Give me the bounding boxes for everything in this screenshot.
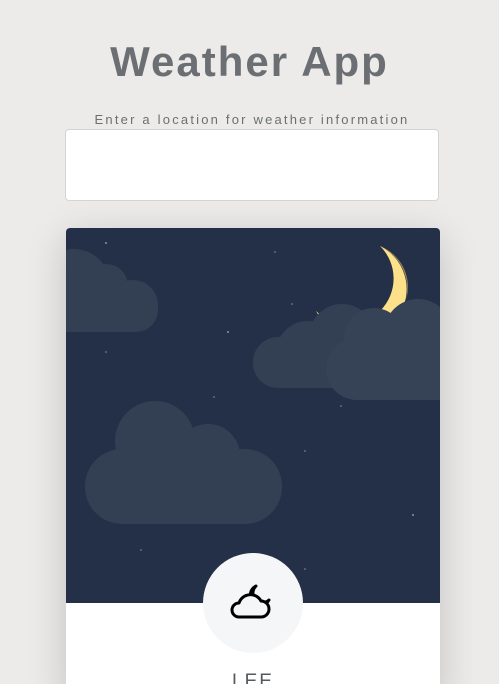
location-input-label: Enter a location for weather information xyxy=(94,112,410,127)
page-title: Weather App xyxy=(110,38,389,85)
cloud-top-left xyxy=(66,249,158,332)
weather-card: LEE xyxy=(66,228,440,684)
location-input[interactable] xyxy=(65,129,439,201)
cloud-lower-left xyxy=(85,401,282,524)
location-name: LEE xyxy=(232,671,274,684)
night-sky-illustration xyxy=(66,228,440,603)
cloud-moon-icon xyxy=(229,581,277,626)
weather-condition-badge xyxy=(203,553,303,653)
weather-app-page: Weather App Enter a location for weather… xyxy=(0,0,499,684)
